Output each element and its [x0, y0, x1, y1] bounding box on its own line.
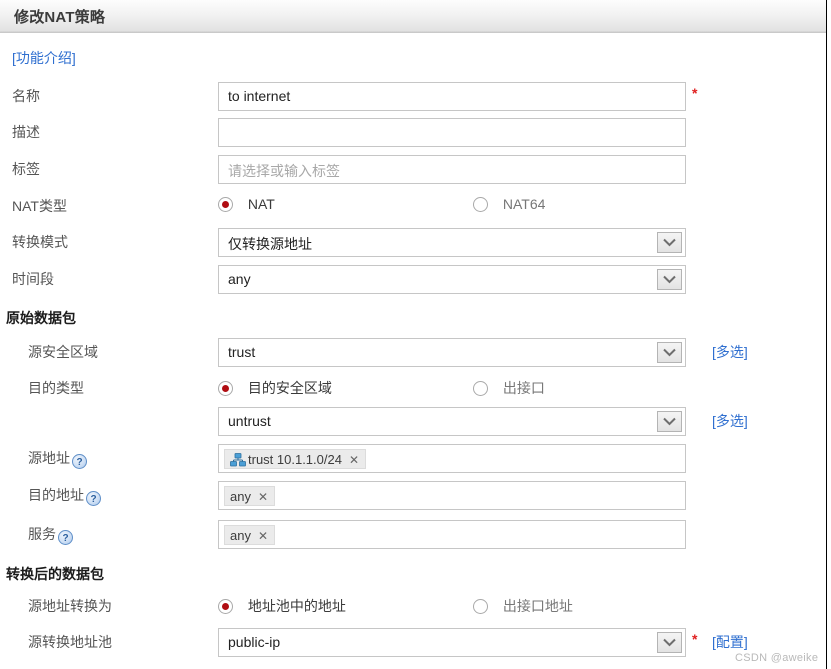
feature-intro-link[interactable]: [功能介绍] [12, 48, 76, 68]
source-zone-multiselect-link[interactable]: [多选] [712, 342, 748, 362]
radio-label-pool: 地址池中的地址 [247, 598, 346, 614]
source-pool-label: 源转换地址池 [28, 634, 112, 650]
name-required-marker: * [692, 85, 698, 101]
chevron-down-icon[interactable] [657, 232, 682, 253]
chip-service-text: any [230, 528, 251, 543]
network-icon [230, 453, 246, 467]
radio-indicator-nat [218, 197, 233, 212]
source-translate-to-label: 源地址转换为 [28, 598, 112, 614]
service-field[interactable]: any ✕ [218, 520, 686, 549]
service-label-text: 服务 [28, 526, 56, 542]
row-dest-address: 目的地址? any ✕ [0, 481, 827, 511]
watermark: CSDN @aweike [735, 652, 819, 664]
source-address-field[interactable]: trust 10.1.1.0/24 ✕ [218, 444, 686, 473]
row-name: 名称 to internet * [0, 82, 827, 112]
row-nat-type: NAT类型 NAT NAT64 [0, 192, 827, 222]
row-dest-type: 目的类型 目的安全区域 出接口 [0, 374, 827, 404]
radio-dest-type-zone[interactable]: 目的安全区域 [218, 378, 332, 398]
chip-source-address[interactable]: trust 10.1.1.0/24 ✕ [224, 449, 367, 469]
radio-dest-type-interface[interactable]: 出接口 [473, 378, 545, 398]
source-address-label: 源地址? [28, 448, 87, 469]
row-source-zone: 源安全区域 trust [多选] [0, 338, 827, 368]
radio-indicator-nat64 [473, 197, 488, 212]
radio-label-dest-interface: 出接口 [502, 380, 545, 396]
question-icon[interactable]: ? [72, 454, 87, 469]
dest-zone-multiselect-link[interactable]: [多选] [712, 411, 748, 431]
name-input[interactable]: to internet [218, 82, 686, 111]
chevron-down-icon[interactable] [657, 411, 682, 432]
dest-zone-select[interactable]: untrust [218, 407, 686, 436]
row-service: 服务? any ✕ [0, 520, 827, 550]
dest-zone-value: untrust [228, 413, 271, 429]
radio-label-egress: 出接口地址 [502, 598, 573, 614]
source-pool-required-marker: * [692, 631, 698, 647]
source-address-label-text: 源地址 [28, 450, 70, 466]
radio-translate-egress[interactable]: 出接口地址 [473, 596, 573, 616]
chip-service[interactable]: any ✕ [224, 525, 276, 545]
radio-nat-type-nat64[interactable]: NAT64 [473, 196, 545, 212]
dest-address-label-text: 目的地址 [28, 487, 84, 503]
service-label: 服务? [28, 524, 73, 545]
source-zone-value: trust [228, 344, 256, 360]
section-title-original-packet: 原始数据包 [6, 310, 76, 326]
row-translate-mode: 转换模式 仅转换源地址 [0, 228, 827, 258]
row-source-translate-to: 源地址转换为 地址池中的地址 出接口地址 [0, 592, 827, 622]
window-right-gutter [827, 0, 831, 669]
radio-indicator-dest-interface [473, 381, 488, 396]
tag-input-placeholder: 请选择或输入标签 [228, 163, 340, 179]
radio-label-dest-zone: 目的安全区域 [247, 380, 332, 396]
radio-label-nat: NAT [247, 196, 275, 212]
source-pool-select[interactable]: public-ip [218, 628, 686, 657]
time-range-select[interactable]: any [218, 265, 686, 294]
chevron-down-icon[interactable] [657, 269, 682, 290]
translate-mode-label: 转换模式 [12, 234, 68, 250]
chip-remove-icon[interactable]: ✕ [258, 490, 268, 504]
description-input[interactable] [218, 118, 686, 147]
section-original-packet: 原始数据包 [0, 304, 827, 334]
row-source-address: 源地址? trust 10.1.1.0/24 ✕ [0, 444, 827, 474]
radio-translate-pool[interactable]: 地址池中的地址 [218, 596, 346, 616]
chevron-down-icon[interactable] [657, 342, 682, 363]
dialog-title: 修改NAT策略 [14, 9, 106, 26]
translate-mode-value: 仅转换源地址 [228, 236, 312, 252]
nat-type-label: NAT类型 [12, 198, 67, 214]
row-tag: 标签 请选择或输入标签 [0, 155, 827, 185]
dest-address-label: 目的地址? [28, 485, 101, 506]
time-range-label: 时间段 [12, 271, 54, 287]
chip-remove-icon[interactable]: ✕ [258, 529, 268, 543]
row-dest-zone: untrust [多选] [0, 407, 827, 437]
chip-remove-icon[interactable]: ✕ [349, 453, 359, 467]
source-zone-label: 源安全区域 [28, 344, 98, 360]
name-input-value: to internet [228, 88, 291, 104]
chip-dest-address-text: any [230, 489, 251, 504]
row-time-range: 时间段 any [0, 265, 827, 295]
source-pool-value: public-ip [228, 634, 281, 650]
chip-dest-address[interactable]: any ✕ [224, 486, 276, 506]
section-translated-packet: 转换后的数据包 [0, 560, 827, 590]
radio-nat-type-nat[interactable]: NAT [218, 196, 275, 212]
chevron-down-icon[interactable] [657, 632, 682, 653]
source-pool-config-link[interactable]: [配置] [712, 632, 748, 652]
time-range-value: any [228, 271, 251, 287]
name-label: 名称 [12, 88, 40, 104]
dest-address-field[interactable]: any ✕ [218, 481, 686, 510]
radio-indicator-dest-zone [218, 381, 233, 396]
radio-indicator-pool [218, 599, 233, 614]
dest-type-label: 目的类型 [28, 380, 84, 396]
question-icon[interactable]: ? [86, 491, 101, 506]
chip-source-address-text: trust 10.1.1.0/24 [248, 452, 342, 467]
row-source-pool: 源转换地址池 public-ip * [配置] [0, 628, 827, 658]
translate-mode-select[interactable]: 仅转换源地址 [218, 228, 686, 257]
tag-label: 标签 [12, 161, 40, 177]
description-label: 描述 [12, 124, 40, 140]
section-title-translated-packet: 转换后的数据包 [6, 566, 104, 582]
radio-indicator-egress [473, 599, 488, 614]
dialog-titlebar: 修改NAT策略 [0, 0, 827, 33]
question-icon[interactable]: ? [58, 530, 73, 545]
radio-label-nat64: NAT64 [502, 196, 546, 212]
tag-input[interactable]: 请选择或输入标签 [218, 155, 686, 184]
nat-policy-edit-dialog: 修改NAT策略 [功能介绍] 名称 to internet * 描述 标签 请选… [0, 0, 831, 669]
row-description: 描述 [0, 118, 827, 148]
source-zone-select[interactable]: trust [218, 338, 686, 367]
